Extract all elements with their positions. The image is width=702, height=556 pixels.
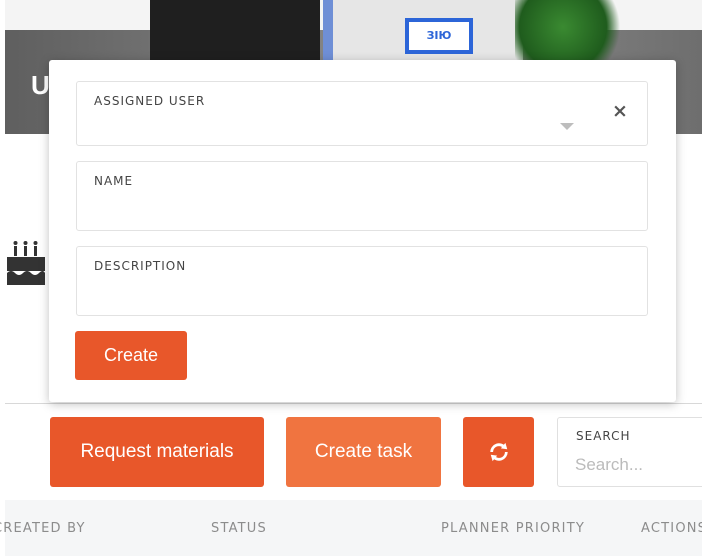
description-input[interactable] (94, 281, 614, 305)
section-divider (5, 403, 702, 404)
table-header: CREATED BY STATUS PLANNER PRIORITY ACTIO… (0, 500, 702, 556)
create-task-modal: ASSIGNED USER × NAME DESCRIPTION Create (49, 60, 676, 402)
column-header-actions[interactable]: ACTIONS (641, 521, 702, 536)
description-field[interactable]: DESCRIPTION (76, 246, 648, 316)
refresh-button[interactable] (463, 417, 534, 487)
chevron-down-icon[interactable] (560, 123, 574, 130)
assigned-user-input[interactable] (94, 116, 614, 140)
assigned-user-select[interactable]: ASSIGNED USER × (76, 81, 648, 146)
page-title: U (31, 70, 50, 100)
name-label: NAME (94, 174, 134, 188)
name-input[interactable] (94, 196, 614, 220)
column-header-planner-priority[interactable]: PLANNER PRIORITY (441, 521, 585, 536)
birthday-cake-icon (7, 241, 45, 285)
description-label: DESCRIPTION (94, 259, 187, 273)
refresh-icon (489, 442, 508, 462)
request-materials-button[interactable]: Request materials (50, 417, 264, 487)
assigned-user-label: ASSIGNED USER (94, 94, 206, 108)
search-label: SEARCH (576, 429, 631, 443)
column-header-status[interactable]: STATUS (211, 521, 267, 536)
create-task-button[interactable]: Create task (286, 417, 441, 487)
column-header-created-by[interactable]: CREATED BY (0, 521, 86, 536)
search-box: SEARCH (557, 417, 702, 487)
hero-photo-plant (515, 0, 635, 60)
create-button[interactable]: Create (75, 331, 187, 380)
hero-photo-person (150, 0, 320, 60)
hero-sign-logo: ЗІЮ (405, 18, 473, 54)
name-field[interactable]: NAME (76, 161, 648, 231)
close-icon[interactable]: × (612, 102, 628, 121)
search-input[interactable] (575, 454, 695, 476)
